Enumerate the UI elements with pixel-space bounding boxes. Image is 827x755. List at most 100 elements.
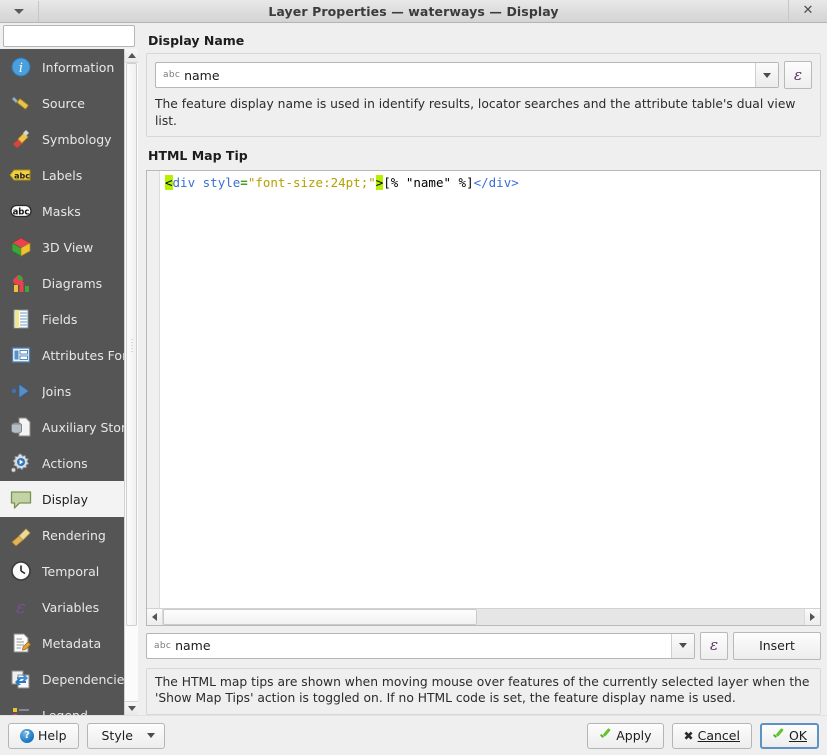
symbology-brush-icon (9, 127, 33, 151)
caret-down-icon (14, 8, 24, 14)
sidebar-item-actions[interactable]: Actions (0, 445, 138, 481)
map-tip-hint: The HTML map tips are shown when moving … (155, 674, 810, 706)
sidebar-item-label: Actions (42, 455, 88, 471)
sidebar-scroll-down-button[interactable] (125, 701, 138, 715)
epsilon-icon: ɛ (709, 636, 719, 655)
sidebar-item-rendering[interactable]: Rendering (0, 517, 138, 553)
rendering-broom-icon (9, 523, 33, 547)
map-tip-expression-button[interactable]: ɛ (700, 631, 728, 660)
field-type-abc-icon: abc (154, 640, 172, 651)
code-token: div (172, 175, 196, 191)
search-box[interactable] (3, 25, 166, 47)
triangle-up-icon (127, 53, 136, 58)
cancel-button[interactable]: ✖ Cancel (671, 722, 752, 749)
caret-down-icon (146, 733, 155, 738)
sidebar-item-source[interactable]: Source (0, 85, 138, 121)
metadata-pencil-icon (9, 631, 33, 655)
sidebar-item-label: Fields (42, 311, 78, 327)
checkmark-icon (599, 729, 612, 742)
help-button-label: Help (38, 728, 67, 743)
chevron-down-icon (679, 643, 687, 649)
window-menu-button[interactable] (0, 0, 39, 22)
close-icon: ✕ (802, 3, 814, 18)
editor-scroll-track[interactable] (163, 608, 804, 625)
sidebar-item-label: Temporal (42, 563, 100, 579)
sidebar-item-auxiliary-storage[interactable]: Auxiliary Storage (0, 409, 138, 445)
sidebar-item-labels[interactable]: abc Labels (0, 157, 138, 193)
sidebar-item-label: Legend (42, 707, 88, 716)
insert-button[interactable]: Insert (733, 631, 821, 660)
sidebar-item-metadata[interactable]: Metadata (0, 625, 138, 661)
sidebar-item-legend[interactable]: Legend (0, 697, 138, 715)
settings-sidebar: i Information Source Symbology abc Label… (0, 23, 166, 715)
layer-properties-dialog: Layer Properties — waterways — Display ✕ (0, 0, 827, 755)
svg-text:i: i (19, 61, 23, 76)
svg-text:ɛ: ɛ (16, 597, 26, 618)
attributes-form-icon (9, 343, 33, 367)
code-token: style (202, 175, 241, 191)
temporal-clock-icon (9, 559, 33, 583)
display-name-value: name (184, 67, 220, 83)
dependencies-icon (9, 667, 33, 691)
display-name-group: abc name ɛ The feature display name is u… (146, 53, 821, 138)
labels-abc-icon: abc (9, 163, 33, 187)
sidebar-item-label: Information (42, 59, 115, 75)
information-icon: i (9, 55, 33, 79)
help-button[interactable]: ? Help (8, 722, 79, 749)
editor-scroll-left-button[interactable] (147, 608, 163, 625)
editor-horizontal-scrollbar[interactable] (147, 607, 820, 625)
sidebar-item-joins[interactable]: Joins (0, 373, 138, 409)
sidebar-scroll-thumb[interactable] (126, 63, 137, 627)
source-wrench-icon (9, 91, 33, 115)
sidebar-item-dependencies[interactable]: Dependencies (0, 661, 138, 697)
map-tip-dropdown-button[interactable] (671, 633, 694, 658)
title-bar: Layer Properties — waterways — Display ✕ (0, 0, 827, 23)
map-tip-field-combo[interactable]: abc name (146, 632, 695, 659)
sidebar-item-display[interactable]: Display (0, 481, 138, 517)
auxiliary-storage-icon (9, 415, 33, 439)
sidebar-item-label: Joins (42, 383, 72, 399)
triangle-left-icon (152, 612, 157, 621)
display-name-expression-button[interactable]: ɛ (784, 61, 812, 89)
triangle-right-icon (810, 612, 815, 621)
insert-button-label: Insert (759, 638, 795, 654)
editor-scroll-right-button[interactable] (804, 608, 820, 625)
sidebar-scroll-up-button[interactable] (125, 49, 138, 63)
sidebar-item-temporal[interactable]: Temporal (0, 553, 138, 589)
display-name-combo[interactable]: abc name (155, 62, 779, 88)
sidebar-scroll-track[interactable] (125, 63, 138, 701)
style-button[interactable]: Style (86, 722, 165, 749)
sidebar-item-attributes-form[interactable]: Attributes Form (0, 337, 138, 373)
ok-button[interactable]: OK (759, 722, 819, 749)
map-tip-hint-box: The HTML map tips are shown when moving … (146, 667, 821, 715)
apply-button[interactable]: Apply (587, 722, 664, 749)
x-icon: ✖ (683, 728, 694, 743)
sidebar-scrollbar[interactable] (124, 49, 138, 715)
sidebar-item-label: Labels (42, 167, 83, 183)
search-input[interactable] (8, 27, 166, 45)
display-name-hint: The feature display name is used in iden… (155, 97, 796, 128)
html-code-text[interactable]: <div style="font-size:24pt;">[% "name" %… (160, 171, 820, 608)
close-button[interactable]: ✕ (788, 0, 827, 21)
sidebar-nav-list[interactable]: i Information Source Symbology abc Label… (0, 49, 138, 715)
3d-cube-icon (9, 235, 33, 259)
actions-gear-icon (9, 451, 33, 475)
sidebar-item-label: Diagrams (42, 275, 103, 291)
display-name-dropdown-button[interactable] (755, 63, 778, 87)
sidebar-item-diagrams[interactable]: Diagrams (0, 265, 138, 301)
sidebar-item-information[interactable]: i Information (0, 49, 138, 85)
sidebar-item-3d-view[interactable]: 3D View (0, 229, 138, 265)
checkmark-icon (772, 729, 785, 742)
sidebar-item-fields[interactable]: Fields (0, 301, 138, 337)
sidebar-item-masks[interactable]: abc Masks (0, 193, 138, 229)
sidebar-item-label: Display (42, 491, 89, 507)
sidebar-item-symbology[interactable]: Symbology (0, 121, 138, 157)
code-token: "font-size:24pt;" (247, 175, 376, 191)
masks-abc-icon: abc (9, 199, 33, 223)
html-map-tip-editor[interactable]: <div style="font-size:24pt;">[% "name" %… (146, 170, 821, 626)
map-tip-field-value: name (175, 638, 211, 654)
sidebar-item-variables[interactable]: ɛ Variables (0, 589, 138, 625)
sidebar-item-label: 3D View (42, 239, 94, 255)
editor-scroll-thumb[interactable] (163, 608, 478, 625)
